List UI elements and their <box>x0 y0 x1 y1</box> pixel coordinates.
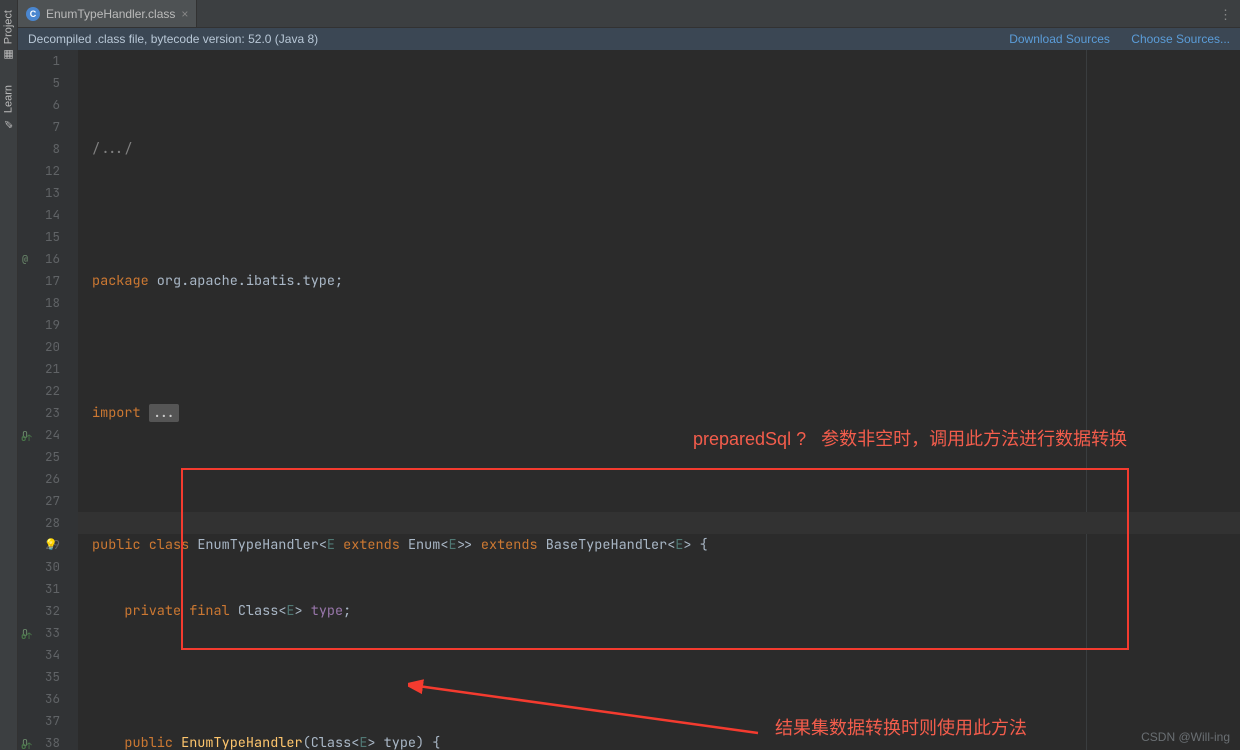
watermark: CSDN @Will-ing <box>1141 730 1230 744</box>
close-icon[interactable]: × <box>181 7 188 21</box>
code-editor[interactable]: 156781213141516@1718192021222324Oo↑25262… <box>18 50 1240 750</box>
notice-links: Download Sources Choose Sources... <box>991 32 1230 46</box>
current-line-highlight <box>78 512 1240 534</box>
notice-text: Decompiled .class file, bytecode version… <box>28 32 318 46</box>
project-label: Project <box>3 10 15 44</box>
left-toolbar: ▦ Project ✎ Learn <box>0 0 18 750</box>
project-icon: ▦ <box>2 48 15 61</box>
main-area: C EnumTypeHandler.class × ⋮ Decompiled .… <box>18 0 1240 750</box>
learn-tab[interactable]: ✎ Learn <box>2 85 15 130</box>
annotation-text-1: preparedSql ? 参数非空时，调用此方法进行数据转换 <box>693 428 1127 450</box>
choose-sources-link[interactable]: Choose Sources... <box>1131 32 1230 46</box>
annotation-box <box>181 468 1129 650</box>
gutter: 156781213141516@1718192021222324Oo↑25262… <box>18 50 78 750</box>
decompile-notice: Decompiled .class file, bytecode version… <box>18 28 1240 50</box>
file-tab-label: EnumTypeHandler.class <box>46 7 175 21</box>
project-tab[interactable]: ▦ Project <box>2 10 15 61</box>
code-area[interactable]: /.../ package org.apache.ibatis.type; im… <box>78 50 1240 750</box>
folded-imports[interactable]: ... <box>149 404 179 422</box>
download-sources-link[interactable]: Download Sources <box>1009 32 1110 46</box>
learn-label: Learn <box>3 85 15 113</box>
file-tab[interactable]: C EnumTypeHandler.class × <box>18 0 197 27</box>
code-text: /.../ <box>92 140 133 158</box>
editor-tabbar: C EnumTypeHandler.class × ⋮ <box>18 0 1240 28</box>
class-icon: C <box>26 7 40 21</box>
learn-icon: ✎ <box>2 117 15 130</box>
more-icon[interactable]: ⋮ <box>1211 0 1240 27</box>
